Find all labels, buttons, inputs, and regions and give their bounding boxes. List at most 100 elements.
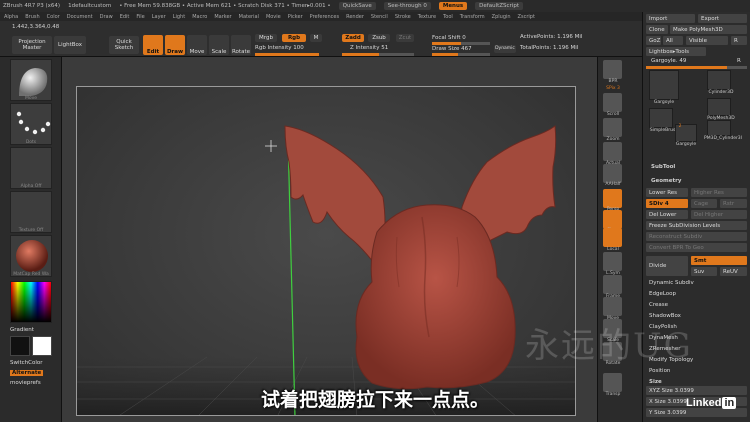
frame-icon[interactable] <box>603 275 622 294</box>
color-picker[interactable] <box>10 281 52 323</box>
menu-preferences[interactable]: Preferences <box>310 14 339 20</box>
menu-document[interactable]: Document <box>67 14 93 20</box>
brush-thumbnail[interactable] <box>10 59 52 101</box>
menu-render[interactable]: Render <box>346 14 364 20</box>
z-intensity-label[interactable]: Z Intensity 51 <box>350 45 388 51</box>
tool-slider[interactable] <box>646 66 747 69</box>
lower-res-button[interactable]: Lower Res <box>646 188 688 197</box>
polymesh3d-tool-thumb[interactable] <box>707 98 731 116</box>
lsym-icon[interactable] <box>603 252 622 271</box>
stroke-thumbnail[interactable] <box>10 103 52 145</box>
default-zscript-button[interactable]: DefaultZScript <box>475 2 523 10</box>
menu-alpha[interactable]: Alpha <box>4 14 18 20</box>
menu-zscript[interactable]: Zscript <box>518 14 535 20</box>
alternate-button[interactable]: Alternate <box>10 370 44 376</box>
bpr-render-icon[interactable] <box>603 60 622 79</box>
menu-marker[interactable]: Marker <box>214 14 231 20</box>
subtool-header[interactable]: SubTool <box>651 164 675 170</box>
del-higher-button[interactable]: Del Higher <box>691 210 747 219</box>
draw-size-label[interactable]: Draw Size 467 <box>432 46 472 52</box>
cage-button[interactable]: Cage <box>691 199 717 208</box>
projection-master-button[interactable]: Projection Master <box>12 36 52 54</box>
alpha-thumbnail[interactable] <box>10 147 52 189</box>
move-icon[interactable] <box>603 297 622 316</box>
gradient-label[interactable]: Gradient <box>10 327 34 333</box>
switch-color-button[interactable]: SwitchColor <box>10 360 43 366</box>
scroll-icon[interactable] <box>603 93 622 112</box>
goz-button[interactable]: GoZ <box>646 36 661 45</box>
menu-texture[interactable]: Texture <box>418 14 436 20</box>
menu-macro[interactable]: Macro <box>192 14 207 20</box>
gargoyle-tool-thumb[interactable] <box>649 70 679 100</box>
menu-picker[interactable]: Picker <box>288 14 303 20</box>
current-tool-name[interactable]: Gargoyle. 49 <box>651 58 686 64</box>
spix-label[interactable]: SPix 3 <box>600 86 626 91</box>
aahalf-icon[interactable] <box>603 164 622 183</box>
lightbox-button[interactable]: LightBox <box>54 36 86 54</box>
all-button[interactable]: All <box>663 36 683 45</box>
cylinder3d-tool-thumb[interactable] <box>707 70 731 90</box>
menu-zplugin[interactable]: Zplugin <box>492 14 511 20</box>
material-thumbnail[interactable] <box>10 235 52 277</box>
zadd-button[interactable]: Zadd <box>342 34 364 42</box>
position-header[interactable]: Position <box>649 368 670 374</box>
pm3d-cylinder-tool-thumb[interactable] <box>707 120 731 136</box>
menu-color[interactable]: Color <box>47 14 60 20</box>
higher-res-button[interactable]: Higher Res <box>691 188 747 197</box>
menu-tool[interactable]: Tool <box>443 14 453 20</box>
menu-layer[interactable]: Layer <box>152 14 166 20</box>
mrgb-button[interactable]: Mrgb <box>255 34 277 42</box>
make-polymesh-button[interactable]: Make PolyMesh3D <box>670 25 747 34</box>
quicksave-button[interactable]: QuickSave <box>338 2 376 10</box>
menu-file[interactable]: File <box>136 14 144 20</box>
zcut-button[interactable]: Zcut <box>396 34 414 42</box>
menu-light[interactable]: Light <box>173 14 185 20</box>
lightbox-tools-button[interactable]: Lightbox▸Tools <box>646 47 706 56</box>
import-button[interactable]: Import <box>646 14 695 23</box>
reuv-button[interactable]: ReUV <box>720 267 747 276</box>
menu-draw[interactable]: Draw <box>100 14 113 20</box>
goz-r-button[interactable]: R <box>731 36 747 45</box>
m-button[interactable]: M <box>310 34 322 42</box>
focal-shift-slider[interactable] <box>432 42 490 45</box>
divide-button[interactable]: Divide <box>646 256 688 276</box>
menu-brush[interactable]: Brush <box>25 14 39 20</box>
zoom-icon[interactable] <box>603 118 622 137</box>
secondary-color-swatch[interactable] <box>32 336 52 356</box>
smt-toggle[interactable]: Smt <box>691 256 747 265</box>
menu-stroke[interactable]: Stroke <box>395 14 411 20</box>
rgb-intensity-slider[interactable] <box>255 53 319 56</box>
menu-stencil[interactable]: Stencil <box>371 14 388 20</box>
suv-toggle[interactable]: Suv <box>691 267 717 276</box>
draw-button[interactable]: Draw <box>165 35 185 55</box>
rotate-button[interactable]: Rotate <box>231 35 251 55</box>
edgeloop-header[interactable]: EdgeLoop <box>649 291 676 297</box>
visible-button[interactable]: Visible <box>686 36 728 45</box>
reconstruct-subdiv-button[interactable]: Reconstruct Subdiv <box>646 232 747 241</box>
tool-r-button[interactable]: R <box>737 58 741 64</box>
actual-icon[interactable] <box>603 142 622 161</box>
menus-button[interactable]: Menus <box>438 2 468 10</box>
sdiv-slider[interactable]: SDiv 4 <box>646 199 688 208</box>
z-intensity-slider[interactable] <box>342 53 414 56</box>
menu-material[interactable]: Material <box>239 14 259 20</box>
local-icon[interactable] <box>603 228 622 247</box>
menu-movie[interactable]: Movie <box>266 14 281 20</box>
dynamic-button[interactable]: Dynamic <box>494 45 516 53</box>
texture-thumbnail[interactable] <box>10 191 52 233</box>
rstr-button[interactable]: Rstr <box>720 199 747 208</box>
menu-edit[interactable]: Edit <box>120 14 130 20</box>
draw-size-slider[interactable] <box>432 53 490 56</box>
del-lower-button[interactable]: Del Lower <box>646 210 688 219</box>
edit-button[interactable]: Edit <box>143 35 163 55</box>
see-through-slider[interactable]: See-through 0 <box>383 2 431 10</box>
quick-sketch-button[interactable]: Quick Sketch <box>109 36 139 54</box>
persp-icon[interactable] <box>603 189 622 208</box>
move-button[interactable]: Move <box>187 35 207 55</box>
zsub-button[interactable]: Zsub <box>368 34 390 42</box>
document-frame[interactable] <box>76 86 576 416</box>
rgb-button[interactable]: Rgb <box>282 34 306 42</box>
scale-button[interactable]: Scale <box>209 35 229 55</box>
clone-button[interactable]: Clone <box>646 25 668 34</box>
focal-shift-label[interactable]: Focal Shift 0 <box>432 35 466 41</box>
